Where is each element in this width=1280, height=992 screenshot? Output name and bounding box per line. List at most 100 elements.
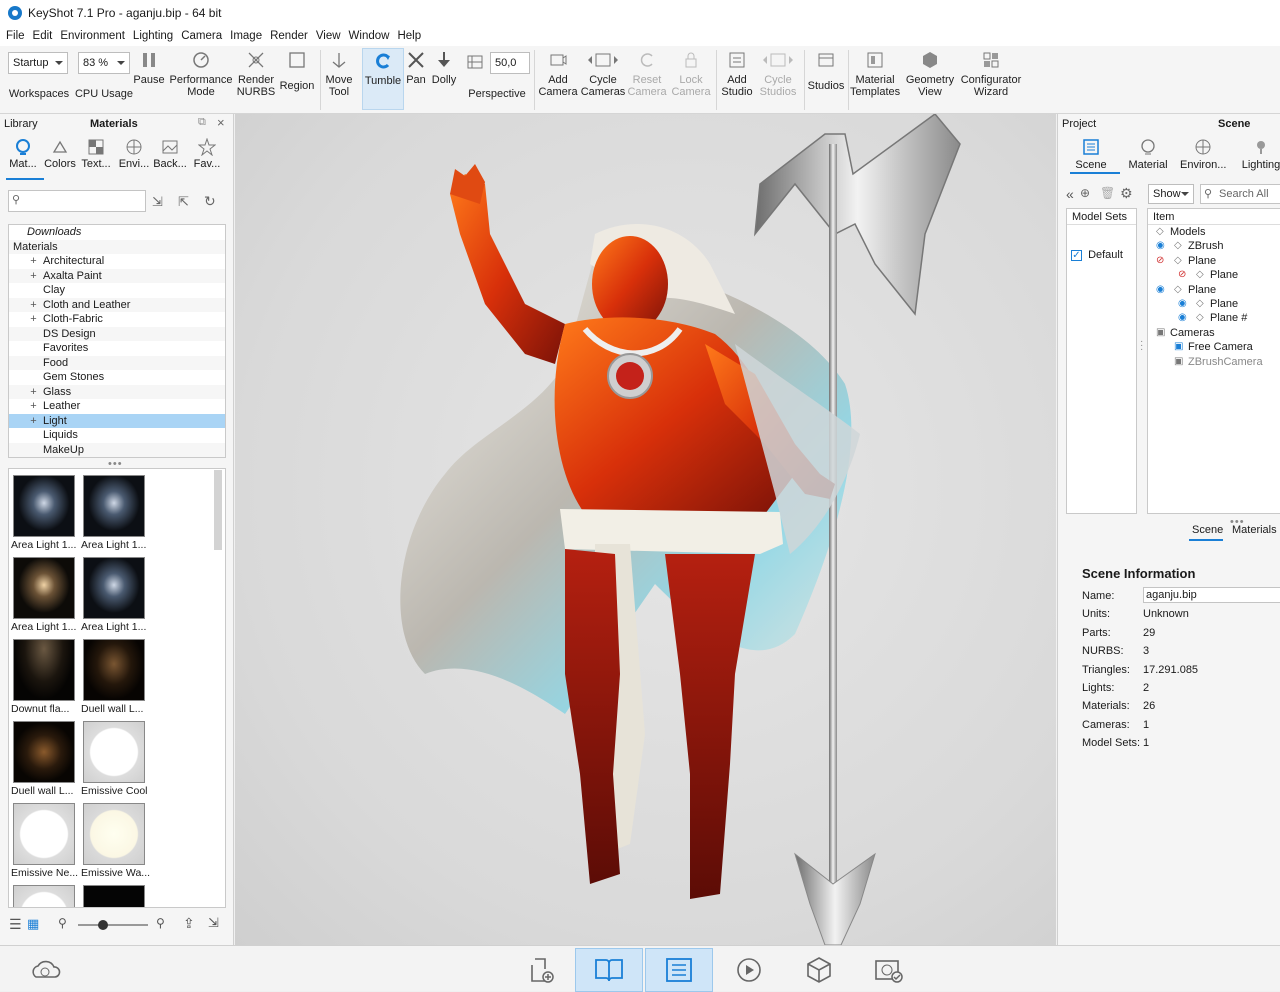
- scene-tree-item[interactable]: ⊘ ◇ Plane: [1148, 254, 1280, 268]
- material-thumbnail[interactable]: [13, 557, 75, 619]
- tree-item[interactable]: −Materials: [9, 239, 225, 254]
- pan-button[interactable]: Pan: [404, 50, 428, 86]
- animation-button[interactable]: [715, 948, 783, 992]
- keyshotvr-button[interactable]: [785, 948, 853, 992]
- configurator-wizard-button[interactable]: Configurator Wizard: [958, 50, 1024, 98]
- material-thumbnail[interactable]: [13, 885, 75, 907]
- expand-icon[interactable]: +: [29, 254, 38, 269]
- close-icon[interactable]: ×: [217, 115, 225, 130]
- slider-handle[interactable]: [98, 920, 108, 930]
- material-thumbnail[interactable]: [83, 721, 145, 783]
- expand-icon[interactable]: +: [29, 414, 38, 429]
- scene-tree-item[interactable]: ▣ Free Camera: [1148, 340, 1280, 354]
- material-thumbnail[interactable]: [13, 639, 75, 701]
- render-viewport[interactable]: [235, 114, 1056, 945]
- scene-tree-item[interactable]: ◉ ◇ ZBrush: [1148, 239, 1280, 253]
- add-camera-button[interactable]: Add Camera: [538, 50, 578, 98]
- expand-icon[interactable]: +: [29, 269, 38, 284]
- scene-tree-item[interactable]: ▣ ZBrushCamera: [1148, 355, 1280, 369]
- cycle-cameras-button[interactable]: Cycle Cameras: [580, 50, 626, 98]
- scene-tree-item[interactable]: ◉ ◇ Plane #: [1148, 311, 1280, 325]
- scene-tree-item[interactable]: ▣ Cameras: [1148, 326, 1280, 340]
- workspace-dropdown[interactable]: Startup: [8, 52, 68, 74]
- tree-item[interactable]: Downloads: [9, 225, 225, 240]
- scene-tree-item[interactable]: ◉ ◇ Plane: [1148, 283, 1280, 297]
- tab-colors[interactable]: Colors: [42, 138, 78, 170]
- hidden-eye-icon[interactable]: ⊘: [1178, 268, 1186, 283]
- tree-item[interactable]: + Architectural: [9, 254, 225, 269]
- perspective-field[interactable]: 50,0: [490, 52, 530, 74]
- render-button[interactable]: [855, 948, 923, 992]
- cycle-studios-button[interactable]: Cycle Studios: [756, 50, 800, 98]
- tree-item[interactable]: Clay: [9, 283, 225, 298]
- list-view-icon[interactable]: ☰: [9, 916, 22, 933]
- trash-icon[interactable]: 🗑: [1100, 186, 1115, 200]
- performance-mode-button[interactable]: Performance Mode: [168, 50, 234, 98]
- menu-camera[interactable]: Camera: [177, 30, 226, 42]
- refresh-icon[interactable]: ↻: [204, 193, 216, 210]
- zoom-out-icon[interactable]: ⚲: [58, 916, 67, 930]
- reset-camera-button[interactable]: Reset Camera: [626, 50, 668, 98]
- region-button[interactable]: Region: [278, 50, 316, 92]
- cpu-usage-dropdown[interactable]: 83 %: [78, 52, 130, 74]
- material-templates-button[interactable]: Material Templates: [850, 50, 900, 98]
- render-nurbs-button[interactable]: Render NURBS: [236, 50, 276, 98]
- tab-material[interactable]: Material: [1126, 138, 1170, 171]
- menu-help[interactable]: Help: [393, 30, 425, 42]
- grid-view-icon[interactable]: ▦: [27, 916, 39, 932]
- expand-icon[interactable]: +: [29, 312, 38, 327]
- menu-window[interactable]: Window: [345, 30, 394, 42]
- hidden-eye-icon[interactable]: ⊘: [1156, 254, 1164, 269]
- tree-item[interactable]: + Leather: [9, 399, 225, 414]
- tree-item[interactable]: + Cloth and Leather: [9, 297, 225, 313]
- material-thumbnail[interactable]: [13, 475, 75, 537]
- thumbnail-scrollbar[interactable]: [214, 470, 222, 550]
- checkbox-checked-icon[interactable]: ✓: [1071, 250, 1082, 261]
- scene-tree-item[interactable]: ⊘ ◇ Plane: [1148, 268, 1280, 282]
- scene-tree-item[interactable]: ◉ ◇ Plane: [1148, 297, 1280, 311]
- tab-textures[interactable]: Text...: [78, 138, 114, 170]
- menu-environment[interactable]: Environment: [56, 30, 129, 42]
- expand-icon[interactable]: +: [29, 385, 38, 400]
- menu-render[interactable]: Render: [266, 30, 312, 42]
- collapse-icon[interactable]: «: [1066, 186, 1074, 202]
- tree-item[interactable]: MakeUp: [9, 442, 225, 457]
- tree-item[interactable]: DS Design: [9, 326, 225, 341]
- library-search-input[interactable]: ⚲: [8, 190, 146, 212]
- tree-item[interactable]: + Axalta Paint: [9, 268, 225, 284]
- export-folder-icon[interactable]: ⇱: [178, 194, 189, 210]
- tree-item[interactable]: Favorites: [9, 341, 225, 356]
- expand-icon[interactable]: +: [29, 298, 38, 313]
- menu-view[interactable]: View: [312, 30, 345, 42]
- scene-name-field[interactable]: aganju.bip: [1143, 587, 1280, 603]
- tab-backplates[interactable]: Back...: [152, 138, 188, 170]
- tab-scene[interactable]: Scene: [1072, 138, 1110, 171]
- material-thumbnail[interactable]: [83, 803, 145, 865]
- tumble-button[interactable]: Tumble: [362, 48, 404, 110]
- visible-eye-icon[interactable]: ◉: [1178, 311, 1187, 326]
- menu-lighting[interactable]: Lighting: [129, 30, 177, 42]
- cloud-library-button[interactable]: [10, 948, 80, 992]
- tree-item[interactable]: Liquids: [9, 428, 225, 443]
- expand-icon[interactable]: +: [29, 399, 38, 414]
- material-thumbnail[interactable]: [13, 721, 75, 783]
- thumbnail-size-slider[interactable]: [78, 924, 148, 926]
- tab-lighting[interactable]: Lighting: [1238, 138, 1280, 171]
- visible-eye-icon[interactable]: ◉: [1156, 283, 1165, 298]
- zoom-in-icon[interactable]: ⚲: [156, 916, 165, 930]
- tree-item[interactable]: Food: [9, 355, 225, 370]
- tree-item[interactable]: + Light: [9, 413, 225, 429]
- import-folder-icon[interactable]: ⇲: [152, 194, 163, 210]
- material-thumbnail[interactable]: [13, 803, 75, 865]
- material-thumbnail[interactable]: [83, 557, 145, 619]
- menu-file[interactable]: File: [2, 30, 29, 42]
- tree-item[interactable]: Gem Stones: [9, 370, 225, 385]
- folder-import-icon[interactable]: ⇲: [208, 915, 219, 931]
- tab-environments[interactable]: Envi...: [116, 138, 152, 170]
- lock-camera-button[interactable]: Lock Camera: [670, 50, 712, 98]
- splitter-handle-icon[interactable]: · · ·: [1140, 337, 1143, 355]
- scene-tree-item[interactable]: ◇ Models: [1148, 225, 1280, 239]
- tab-environment[interactable]: Environ...: [1180, 138, 1226, 171]
- scene-subtab[interactable]: Scene: [1192, 524, 1223, 536]
- gear-icon[interactable]: ⚙: [1120, 185, 1133, 202]
